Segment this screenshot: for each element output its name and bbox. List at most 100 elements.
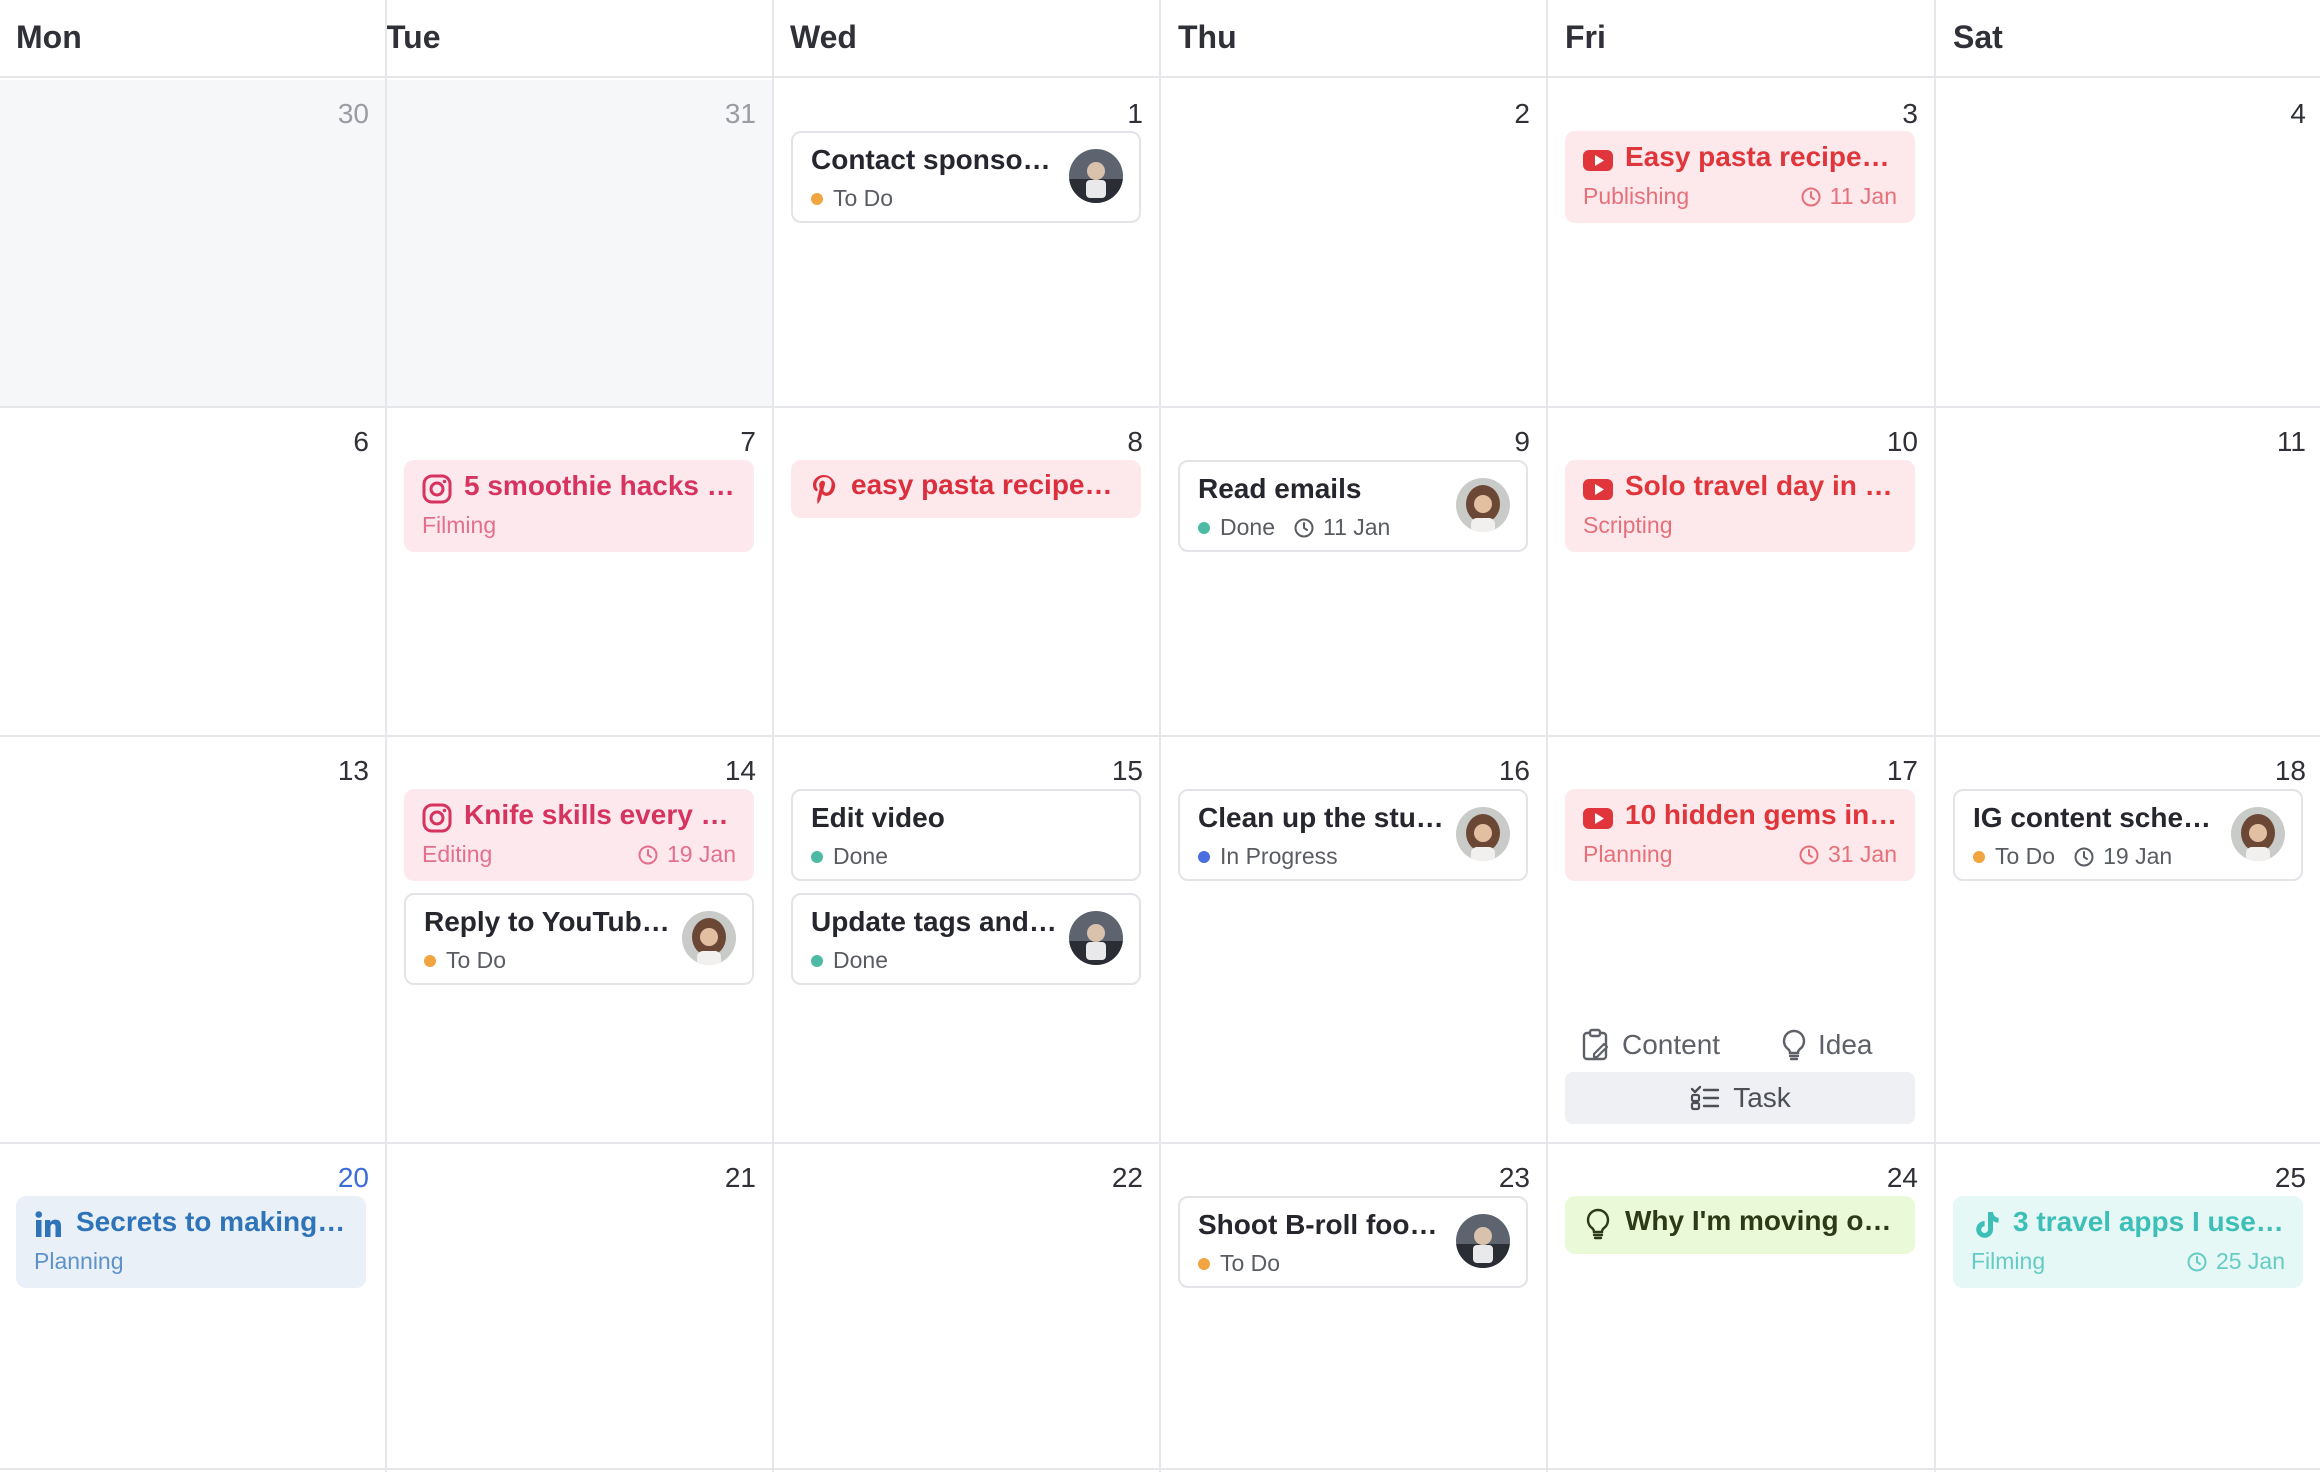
- content-card-instagram[interactable]: 5 smoothie hacks for busy mornings Filmi…: [404, 460, 754, 552]
- day-cell[interactable]: 22: [774, 1144, 1159, 1468]
- content-card-youtube[interactable]: Solo travel day in Barcelona Scripting: [1565, 460, 1915, 552]
- day-number: 2: [1514, 98, 1530, 129]
- content-card-instagram[interactable]: Knife skills every home cook needs Editi…: [404, 789, 754, 881]
- clock-icon: [637, 844, 659, 866]
- task-card[interactable]: Reply to YouTube comments To Do: [404, 893, 754, 985]
- avatar: [682, 911, 736, 965]
- day-cell[interactable]: 13: [0, 737, 385, 1142]
- day-number: 24: [1886, 1162, 1918, 1193]
- content-stage: Editing: [422, 841, 493, 867]
- due-date: 19 Jan: [637, 841, 736, 868]
- content-stage: Planning: [34, 1248, 124, 1274]
- weekday-sat: Sat: [1953, 19, 2003, 55]
- tiktok-icon: [1969, 1208, 2003, 1242]
- youtube-icon: [1581, 472, 1615, 506]
- day-number: 10: [1886, 426, 1918, 457]
- clock-icon: [1800, 186, 1822, 208]
- content-card-youtube[interactable]: Easy pasta recipes for busy weeknights P…: [1565, 131, 1915, 223]
- day-number: 9: [1514, 426, 1530, 457]
- content-title: 3 travel apps I use every trip: [2013, 1206, 2287, 1237]
- avatar: [1456, 1214, 1510, 1268]
- clock-icon: [1293, 517, 1315, 539]
- task-card[interactable]: Shoot B-roll footage To Do: [1178, 1196, 1528, 1288]
- content-stage: Scripting: [1583, 512, 1673, 538]
- task-card[interactable]: Edit video Done: [791, 789, 1141, 881]
- day-cell[interactable]: 1: [774, 80, 1159, 406]
- content-title: easy pasta recipes for dinner: [851, 469, 1125, 500]
- status-dot-icon: [1198, 1257, 1210, 1270]
- content-card-youtube[interactable]: 10 hidden gems in Lisbon Planning 31 Jan: [1565, 789, 1915, 881]
- day-cell[interactable]: 23: [1161, 1144, 1546, 1468]
- day-number: 30: [337, 98, 369, 129]
- lightbulb-icon: [1581, 1207, 1615, 1241]
- task-card[interactable]: Update tags and descriptions Done: [791, 893, 1141, 985]
- content-stage: Filming: [1971, 1248, 2046, 1274]
- day-cell[interactable]: 4: [1936, 80, 2320, 406]
- day-number: 6: [353, 426, 369, 457]
- day-cell[interactable]: 6: [0, 408, 385, 735]
- due-date: 19 Jan: [2073, 843, 2172, 870]
- task-status: To Do: [811, 185, 893, 212]
- task-title: Read emails: [1198, 473, 1362, 504]
- task-title: Edit video: [811, 802, 945, 833]
- content-stage: Filming: [422, 512, 497, 538]
- content-stage: Planning: [1583, 841, 1673, 867]
- status-dot-icon: [811, 954, 823, 967]
- status-dot-icon: [1198, 521, 1210, 534]
- status-label: To Do: [1220, 1250, 1281, 1276]
- add-idea-button[interactable]: Idea: [1780, 1028, 1873, 1062]
- weekday-wed: Wed: [790, 19, 857, 55]
- task-status: Done: [811, 843, 888, 870]
- day-cell[interactable]: 11: [1936, 408, 2320, 735]
- task-card[interactable]: Clean up the studio In Progress: [1178, 789, 1528, 881]
- day-number: 15: [1111, 755, 1143, 786]
- add-content-button[interactable]: Content: [1580, 1028, 1720, 1062]
- day-cell[interactable]: 10: [1548, 408, 1934, 735]
- instagram-icon: [420, 801, 454, 835]
- content-title: 10 hidden gems in Lisbon: [1625, 799, 1899, 830]
- day-number: 8: [1127, 426, 1143, 457]
- clock-icon: [1798, 844, 1820, 866]
- youtube-icon: [1581, 801, 1615, 835]
- due-date: 25 Jan: [2186, 1248, 2285, 1275]
- day-cell[interactable]: 9: [1161, 408, 1546, 735]
- day-cell[interactable]: 7: [387, 408, 772, 735]
- day-cell[interactable]: 21: [387, 1144, 772, 1468]
- task-status: Done 11 Jan: [1198, 514, 1390, 541]
- task-card[interactable]: Contact sponsor about brand deal To Do: [791, 131, 1141, 223]
- day-cell[interactable]: 30: [0, 80, 385, 406]
- task-title: IG content schedule: [1973, 802, 2221, 833]
- weekday-mon: Mon: [16, 19, 82, 55]
- due-date: 11 Jan: [1293, 514, 1390, 541]
- idea-card[interactable]: Why I'm moving on from...: [1565, 1196, 1915, 1254]
- content-title: Easy pasta recipes for busy weeknights: [1625, 141, 1899, 172]
- day-cell[interactable]: 24: [1548, 1144, 1934, 1468]
- avatar: [1456, 807, 1510, 861]
- clipboard-icon: [1580, 1028, 1612, 1062]
- day-cell-today[interactable]: 20: [0, 1144, 385, 1468]
- day-cell[interactable]: 31: [387, 80, 772, 406]
- day-cell[interactable]: 25: [1936, 1144, 2320, 1468]
- weekday-tue: Tue: [386, 19, 441, 55]
- task-title: Update tags and descriptions: [811, 906, 1059, 937]
- clock-icon: [2186, 1251, 2208, 1273]
- day-number: 16: [1498, 755, 1530, 786]
- task-card[interactable]: Read emails Done 11 Jan: [1178, 460, 1528, 552]
- weekday-thu: Thu: [1178, 19, 1237, 55]
- status-dot-icon: [1973, 850, 1985, 863]
- day-cell[interactable]: 8: [774, 408, 1159, 735]
- add-task-button[interactable]: Task: [1565, 1072, 1915, 1124]
- clock-icon: [2073, 846, 2095, 868]
- content-card-linkedin[interactable]: Secrets to making sourdough Planning: [16, 1196, 366, 1288]
- add-content-label: Content: [1622, 1029, 1721, 1060]
- add-task-label: Task: [1733, 1082, 1791, 1113]
- task-card[interactable]: IG content schedule To Do 19 Jan: [1953, 789, 2303, 881]
- content-card-pinterest[interactable]: easy pasta recipes for dinner: [791, 460, 1141, 518]
- day-cell[interactable]: 3: [1548, 80, 1934, 406]
- task-title: Contact sponsor about brand deal: [811, 144, 1059, 175]
- due-date-label: 25 Jan: [2215, 1248, 2285, 1274]
- content-card-tiktok[interactable]: 3 travel apps I use every trip Filming 2…: [1953, 1196, 2303, 1288]
- content-title: Solo travel day in Barcelona: [1625, 470, 1899, 501]
- day-cell[interactable]: 2: [1161, 80, 1546, 406]
- status-label: Done: [833, 843, 888, 869]
